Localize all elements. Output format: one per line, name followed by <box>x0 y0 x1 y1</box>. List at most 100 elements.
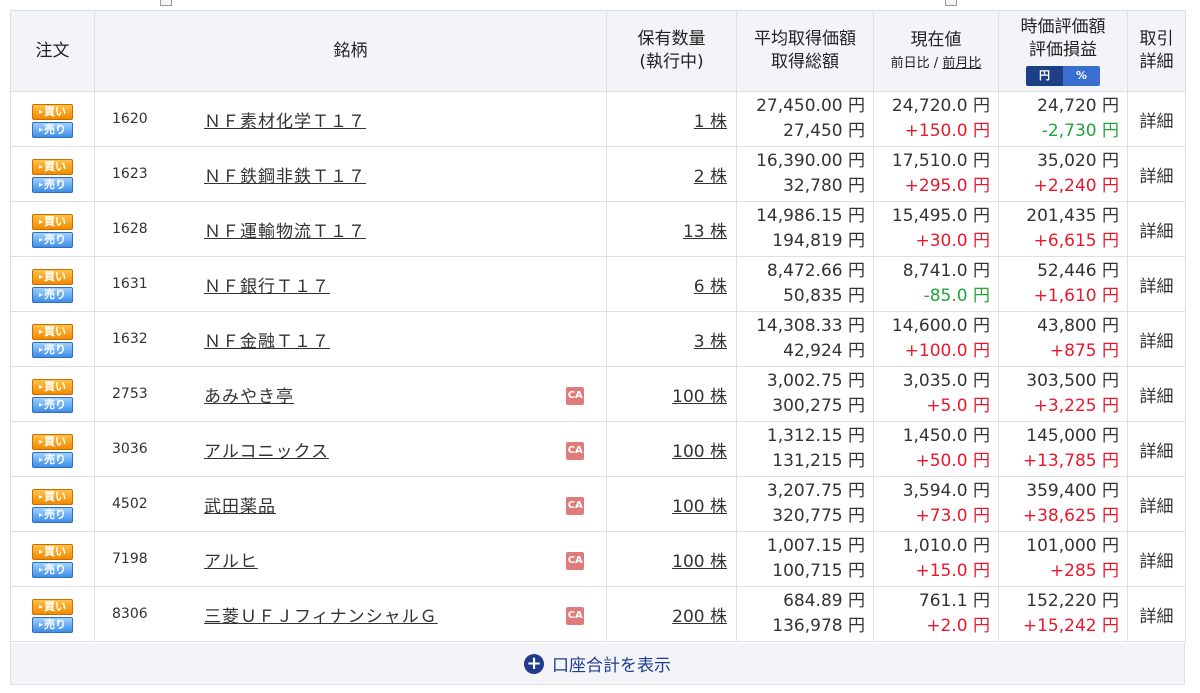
sell-button[interactable]: 売り <box>32 562 73 578</box>
sell-button[interactable]: 売り <box>32 177 73 193</box>
qty-link[interactable]: 100 株 <box>672 552 727 572</box>
qty-link[interactable]: 100 株 <box>672 497 727 517</box>
detail-link[interactable]: 詳細 <box>1140 277 1174 297</box>
qty-link[interactable]: 200 株 <box>672 607 727 627</box>
detail-link[interactable]: 詳細 <box>1140 607 1174 627</box>
stock-name-link[interactable]: 武田薬品 <box>204 497 276 517</box>
qty-link[interactable]: 100 株 <box>672 387 727 407</box>
market-value: 35,020 円 <box>1037 151 1119 171</box>
table-row: 買い売り 1631 ＮＦ銀行Ｔ１７ 6 株 8,472.66 円 50,835 円 8,74… <box>10 256 1186 312</box>
detail-link[interactable]: 詳細 <box>1140 222 1174 242</box>
stock-name-link[interactable]: ＮＦ鉄鋼非鉄Ｔ１７ <box>204 167 366 187</box>
stock-name-link[interactable]: ＮＦ金融Ｔ１７ <box>204 332 330 352</box>
avg-cost-cell: 14,986.15 円 194,819 円 <box>736 201 874 257</box>
option-checkbox-left[interactable] <box>160 0 172 6</box>
table-row: 買い売り1632ＮＦ金融Ｔ１７3 株14,308.33 円42,924 円14,… <box>10 311 1186 367</box>
sell-button[interactable]: 売り <box>32 452 73 468</box>
buy-button[interactable]: 買い <box>32 379 73 395</box>
avg-cost-cell: 3,002.75 円 300,275 円 <box>736 366 874 422</box>
buy-button[interactable]: 買い <box>32 489 73 505</box>
value-cell: 43,800 円 +875 円 <box>998 311 1128 367</box>
ca-icon[interactable]: CA <box>566 552 585 570</box>
option-checkbox-right[interactable] <box>945 0 957 6</box>
value-cell: 145,000 円 +13,785 円 <box>998 421 1128 477</box>
order-cell: 買い売り <box>10 476 95 532</box>
qty-cell: 1 株 <box>606 91 737 147</box>
value-cell: 52,446 円 +1,610 円 <box>998 256 1128 312</box>
ca-icon[interactable]: CA <box>566 607 585 625</box>
detail-link[interactable]: 詳細 <box>1140 167 1174 187</box>
price-change: +295.0 円 <box>904 176 990 196</box>
sell-button[interactable]: 売り <box>32 122 73 138</box>
ca-cell: CA <box>544 366 607 422</box>
toggle-yen-button[interactable]: 円 <box>1026 66 1063 86</box>
total-cost: 194,819 円 <box>772 231 865 251</box>
ca-cell <box>544 91 607 147</box>
detail-cell: 詳細 <box>1127 531 1186 587</box>
total-cost: 136,978 円 <box>772 616 865 636</box>
price-change: +5.0 円 <box>926 396 990 416</box>
buy-button[interactable]: 買い <box>32 214 73 230</box>
buy-button[interactable]: 買い <box>32 434 73 450</box>
stock-name-link[interactable]: ＮＦ銀行Ｔ１７ <box>204 277 330 297</box>
qty-link[interactable]: 100 株 <box>672 442 727 462</box>
total-cost: 42,924 円 <box>783 341 865 361</box>
stock-name-link[interactable]: ＮＦ運輸物流Ｔ１７ <box>204 222 366 242</box>
price-cell: 14,600.0 円 +100.0 円 <box>873 311 999 367</box>
header-price-monthly-link[interactable]: 前月比 <box>942 56 981 71</box>
stock-name-link[interactable]: ＮＦ素材化学Ｔ１７ <box>204 112 366 132</box>
detail-link[interactable]: 詳細 <box>1140 497 1174 517</box>
price-cell: 1,010.0 円 +15.0 円 <box>873 531 999 587</box>
buy-button[interactable]: 買い <box>32 324 73 340</box>
detail-link[interactable]: 詳細 <box>1140 387 1174 407</box>
qty-link[interactable]: 3 株 <box>694 332 727 352</box>
qty-link[interactable]: 13 株 <box>683 222 727 242</box>
sell-button[interactable]: 売り <box>32 342 73 358</box>
buy-button[interactable]: 買い <box>32 544 73 560</box>
qty-link[interactable]: 1 株 <box>694 112 727 132</box>
ca-icon[interactable]: CA <box>566 387 585 405</box>
show-account-total-button[interactable]: + 口座合計を表示 <box>10 643 1185 685</box>
detail-link[interactable]: 詳細 <box>1140 332 1174 352</box>
detail-cell: 詳細 <box>1127 311 1186 367</box>
stock-name-link[interactable]: アルコニックス <box>204 442 329 462</box>
price-change: +2.0 円 <box>926 616 990 636</box>
table-row: 買い売り 8306 三菱ＵＦＪフィナンシャルＧ CA 200 株 684.89 円 136,… <box>10 586 1186 642</box>
current-price: 15,495.0 円 <box>891 206 990 226</box>
stock-code: 8306 <box>112 606 148 622</box>
stock-cell: 4502 武田薬品 <box>94 476 545 532</box>
qty-link[interactable]: 2 株 <box>694 167 727 187</box>
stock-name-link[interactable]: アルヒ <box>204 552 258 572</box>
sell-button[interactable]: 売り <box>32 507 73 523</box>
header-avg-line1: 平均取得価額 <box>754 29 856 49</box>
header-price: 現在値 前日比 / 前月比 <box>873 10 999 92</box>
market-value: 24,720 円 <box>1037 96 1119 116</box>
sell-button[interactable]: 売り <box>32 287 73 303</box>
header-avg-line2: 取得総額 <box>771 52 839 72</box>
detail-link[interactable]: 詳細 <box>1140 552 1174 572</box>
avg-cost: 1,312.15 円 <box>766 426 865 446</box>
ca-icon[interactable]: CA <box>566 497 585 515</box>
header-price-daily: 前日比 <box>890 56 930 71</box>
profit-loss: +2,240 円 <box>1033 176 1119 196</box>
qty-cell: 13 株 <box>606 201 737 257</box>
sell-button[interactable]: 売り <box>32 232 73 248</box>
stock-name-link[interactable]: あみやき亭 <box>204 387 294 407</box>
buy-button[interactable]: 買い <box>32 159 73 175</box>
qty-link[interactable]: 6 株 <box>694 277 727 297</box>
buy-button[interactable]: 買い <box>32 599 73 615</box>
sell-button[interactable]: 売り <box>32 617 73 633</box>
detail-link[interactable]: 詳細 <box>1140 112 1174 132</box>
buy-button[interactable]: 買い <box>32 104 73 120</box>
detail-link[interactable]: 詳細 <box>1140 442 1174 462</box>
toggle-percent-button[interactable]: % <box>1063 66 1100 86</box>
stock-name-link[interactable]: 三菱ＵＦＪフィナンシャルＧ <box>204 607 438 627</box>
current-price: 8,741.0 円 <box>902 261 990 281</box>
avg-cost: 684.89 円 <box>783 591 865 611</box>
sell-button[interactable]: 売り <box>32 397 73 413</box>
top-options-strip <box>0 0 1200 10</box>
buy-button[interactable]: 買い <box>32 269 73 285</box>
ca-icon[interactable]: CA <box>566 442 585 460</box>
detail-cell: 詳細 <box>1127 366 1186 422</box>
stock-code: 1620 <box>112 111 148 127</box>
